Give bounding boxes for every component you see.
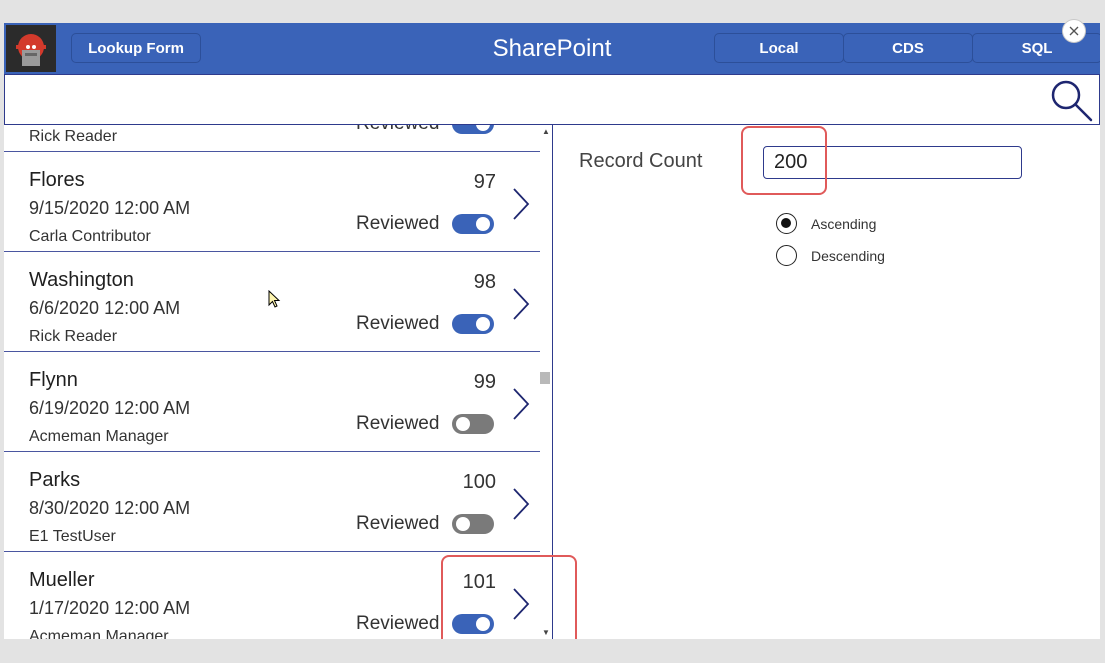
list-item[interactable]: Flynn 6/19/2020 12:00 AM Acmeman Manager 99… bbox=[4, 352, 540, 452]
records-gallery[interactable]: Rick Reader Reviewed Flores 9/15/2020 12:00… bbox=[4, 125, 553, 639]
reviewed-label: Reviewed bbox=[356, 613, 440, 634]
gallery-scrollbar[interactable]: ▲ ▼ bbox=[540, 125, 552, 639]
item-user: E1 TestUser bbox=[29, 528, 116, 545]
reviewed-toggle[interactable] bbox=[452, 514, 494, 534]
item-number: 99 bbox=[473, 371, 496, 393]
item-date: 9/15/2020 12:00 AM bbox=[29, 198, 191, 218]
reviewed-label: Reviewed bbox=[356, 213, 440, 234]
scroll-thumb[interactable] bbox=[540, 372, 550, 384]
reviewed-toggle[interactable] bbox=[452, 414, 494, 434]
reviewed-label: Reviewed bbox=[356, 413, 440, 434]
scroll-up-arrow-icon[interactable]: ▲ bbox=[542, 127, 550, 136]
item-user: Acmeman Manager bbox=[29, 628, 169, 639]
list-item[interactable]: Flores 9/15/2020 12:00 AM Carla Contributo… bbox=[4, 152, 540, 252]
chevron-right-icon[interactable] bbox=[512, 287, 530, 321]
reviewed-label: Reviewed bbox=[356, 313, 440, 334]
chevron-right-icon[interactable] bbox=[512, 387, 530, 421]
item-name: Washington bbox=[29, 269, 134, 291]
sort-descending-option[interactable]: Descending bbox=[776, 245, 885, 266]
toggle-knob bbox=[476, 125, 490, 131]
sort-ascending-option[interactable]: Ascending bbox=[776, 213, 876, 234]
tab-cds[interactable]: CDS bbox=[843, 33, 973, 63]
search-input[interactable] bbox=[4, 74, 1100, 125]
item-user: Carla Contributor bbox=[29, 228, 151, 245]
item-user: Rick Reader bbox=[29, 128, 118, 145]
toggle-knob bbox=[476, 617, 490, 631]
record-count-label: Record Count bbox=[579, 150, 703, 172]
item-name: Mueller bbox=[29, 569, 95, 591]
item-number: 97 bbox=[473, 171, 496, 193]
descending-radio[interactable] bbox=[776, 245, 797, 266]
descending-label: Descending bbox=[811, 247, 885, 264]
reviewed-toggle[interactable] bbox=[452, 614, 494, 634]
records-list: Rick Reader Reviewed Flores 9/15/2020 12:00… bbox=[4, 125, 540, 639]
reviewed-toggle[interactable] bbox=[452, 125, 494, 134]
item-name: Flores bbox=[29, 169, 85, 191]
reviewed-toggle[interactable] bbox=[452, 314, 494, 334]
list-item[interactable]: Rick Reader Reviewed bbox=[4, 125, 540, 152]
app-canvas: Lookup Form SharePoint Local CDS SQL Ric… bbox=[4, 23, 1100, 639]
list-item[interactable]: Parks 8/30/2020 12:00 AM E1 TestUser 100 Rev… bbox=[4, 452, 540, 552]
chevron-right-icon[interactable] bbox=[512, 487, 530, 521]
item-date: 6/6/2020 12:00 AM bbox=[29, 298, 181, 318]
close-icon[interactable] bbox=[1068, 25, 1080, 37]
item-date: 8/30/2020 12:00 AM bbox=[29, 498, 191, 518]
item-number: 100 bbox=[462, 471, 496, 493]
chevron-right-icon[interactable] bbox=[512, 587, 530, 621]
ascending-radio[interactable] bbox=[776, 213, 797, 234]
reviewed-label: Reviewed bbox=[356, 125, 439, 135]
item-date: 6/19/2020 12:00 AM bbox=[29, 398, 191, 418]
item-user: Rick Reader bbox=[29, 328, 118, 345]
item-user: Acmeman Manager bbox=[29, 428, 169, 445]
header-bar: Lookup Form SharePoint Local CDS SQL bbox=[4, 23, 1100, 74]
ascending-label: Ascending bbox=[811, 215, 877, 232]
toggle-knob bbox=[476, 317, 490, 331]
chevron-right-icon[interactable] bbox=[512, 187, 530, 221]
item-number: 101 bbox=[462, 571, 496, 593]
scroll-down-arrow-icon[interactable]: ▼ bbox=[542, 628, 550, 637]
reviewed-toggle[interactable] bbox=[452, 214, 494, 234]
record-count-input[interactable] bbox=[763, 146, 1022, 179]
close-button[interactable] bbox=[1062, 19, 1086, 43]
page-title: SharePoint bbox=[492, 35, 612, 62]
tab-local[interactable]: Local bbox=[714, 33, 844, 63]
app-logo-icon bbox=[6, 25, 56, 72]
item-name: Flynn bbox=[29, 369, 78, 391]
toggle-knob bbox=[476, 217, 490, 231]
item-name: Parks bbox=[29, 469, 81, 491]
toggle-knob bbox=[456, 417, 470, 431]
lookup-form-button[interactable]: Lookup Form bbox=[71, 33, 201, 63]
item-date: 1/17/2020 12:00 AM bbox=[29, 598, 191, 618]
item-number: 98 bbox=[473, 271, 496, 293]
list-item[interactable]: Mueller 1/17/2020 12:00 AM Acmeman Manager… bbox=[4, 552, 540, 639]
search-icon[interactable] bbox=[1049, 78, 1095, 122]
reviewed-label: Reviewed bbox=[356, 513, 440, 534]
mouse-cursor-icon bbox=[268, 290, 281, 308]
toggle-knob bbox=[456, 517, 470, 531]
